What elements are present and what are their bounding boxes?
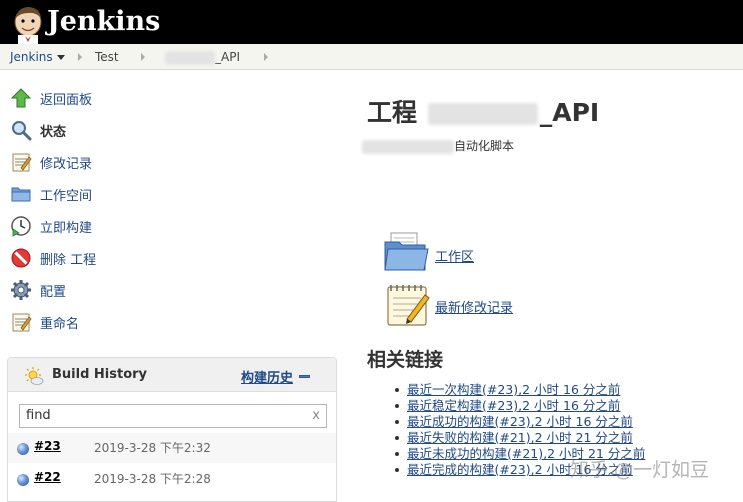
permalink-last-failed-build[interactable]: 最近失败的构建(#21),2 小时 21 分之前 — [407, 430, 633, 445]
sidebar-item-status[interactable]: 状态 — [10, 118, 66, 142]
list-item: 最近稳定构建(#23),2 小时 16 分之前 — [393, 398, 645, 414]
sidebar-item-label: 修改记录 — [40, 157, 93, 172]
search-icon — [12, 121, 32, 141]
page-title-prefix: 工程 — [367, 98, 418, 127]
recent-changes-link[interactable]: 最新修改记录 — [435, 297, 513, 316]
gear-icon — [11, 280, 31, 300]
sidebar-item-label: 返回面板 — [40, 93, 93, 108]
jenkins-butler-icon[interactable] — [10, 4, 46, 44]
breadcrumb-folder[interactable]: Test — [95, 49, 119, 65]
permalink-last-successful-build[interactable]: 最近成功的构建(#23),2 小时 16 分之前 — [407, 414, 633, 429]
build-row[interactable]: #23 2019-3-28 下午2:32 — [8, 433, 336, 463]
chevron-down-icon[interactable] — [56, 55, 65, 60]
clear-search-icon[interactable]: x — [312, 408, 320, 423]
project-description: 自动化脚本 — [362, 137, 514, 154]
build-date: 2019-3-28 下午2:32 — [94, 441, 211, 455]
build-number-link[interactable]: #23 — [34, 439, 61, 453]
breadcrumb-root[interactable]: Jenkins — [10, 49, 65, 65]
logo-text[interactable]: Jenkins — [47, 4, 160, 40]
sidebar-item-workspace[interactable]: 工作空间 — [10, 182, 92, 206]
build-status-ball-icon — [17, 474, 29, 486]
notepad-icon — [12, 313, 32, 332]
up-arrow-icon — [10, 88, 32, 108]
sidebar-item-label: 配置 — [40, 285, 67, 300]
build-history-panel: Build History 构建历史 find x #23 2019-3-28 … — [7, 357, 337, 502]
project-description-text: 自动化脚本 — [454, 139, 515, 153]
clock-icon — [11, 216, 31, 237]
breadcrumb-separator-icon — [264, 53, 268, 61]
workspace-link[interactable]: 工作区 — [435, 246, 474, 265]
build-history-trend-link[interactable]: 构建历史 — [241, 367, 293, 386]
weather-sun-icon — [25, 367, 44, 385]
collapse-icon[interactable] — [299, 375, 310, 378]
build-row[interactable]: #22 2019-3-28 下午2:28 — [8, 464, 336, 494]
redacted-description — [362, 139, 454, 154]
sidebar-item-label: 立即构建 — [40, 221, 93, 236]
list-item: 最近一次构建(#23),2 小时 16 分之前 — [393, 382, 645, 398]
sidebar-item-label: 删除 工程 — [40, 253, 97, 268]
related-links-heading: 相关链接 — [367, 349, 444, 371]
build-history-title: Build History — [52, 367, 148, 382]
breadcrumb-separator-icon — [78, 53, 82, 61]
build-history-search-input[interactable]: find x — [19, 404, 327, 428]
breadcrumb-root-label: Jenkins — [10, 50, 53, 64]
build-history-header: Build History 构建历史 — [8, 358, 336, 392]
notepad-icon[interactable] — [385, 283, 431, 327]
sidebar-item-label: 状态 — [40, 125, 67, 140]
sidebar-item-rename[interactable]: 重命名 — [10, 310, 79, 334]
permalink-last-build[interactable]: 最近一次构建(#23),2 小时 16 分之前 — [407, 382, 620, 397]
watermark: 知乎 @一灯如豆 — [570, 459, 710, 481]
sidebar-item-back-to-dashboard[interactable]: 返回面板 — [10, 86, 92, 110]
sidebar-item-delete-project[interactable]: 删除 工程 — [10, 246, 96, 270]
sidebar-item-build-now[interactable]: 立即构建 — [10, 214, 92, 238]
folder-icon — [11, 187, 31, 202]
build-number-link[interactable]: #22 — [34, 470, 61, 484]
breadcrumb-job-suffix: _API — [215, 50, 240, 64]
notepad-icon — [12, 153, 32, 172]
build-status-ball-icon — [17, 443, 29, 455]
sidebar-item-label: 工作空间 — [40, 189, 93, 204]
list-item: 最近失败的构建(#21),2 小时 21 分之前 — [393, 430, 645, 446]
list-item: 最近成功的构建(#23),2 小时 16 分之前 — [393, 414, 645, 430]
breadcrumb-job[interactable]: _API — [165, 49, 240, 65]
folder-icon[interactable] — [383, 230, 429, 272]
breadcrumb: Jenkins Test _API — [0, 44, 743, 70]
sidebar-item-label: 重命名 — [40, 317, 80, 332]
sidebar-item-changes[interactable]: 修改记录 — [10, 150, 92, 174]
page-header: Jenkins — [0, 0, 743, 44]
page-title: 工程 _API — [367, 93, 599, 129]
no-entry-icon — [11, 248, 31, 268]
permalink-last-stable-build[interactable]: 最近稳定构建(#23),2 小时 16 分之前 — [407, 398, 620, 413]
redacted-job-name — [165, 50, 215, 65]
sidebar-item-configure[interactable]: 配置 — [10, 278, 66, 302]
redacted-project-name — [427, 103, 538, 125]
breadcrumb-separator-icon — [141, 53, 145, 61]
page-title-suffix: _API — [539, 98, 600, 127]
build-date: 2019-3-28 下午2:28 — [94, 472, 211, 486]
search-input-text: find — [26, 408, 51, 423]
